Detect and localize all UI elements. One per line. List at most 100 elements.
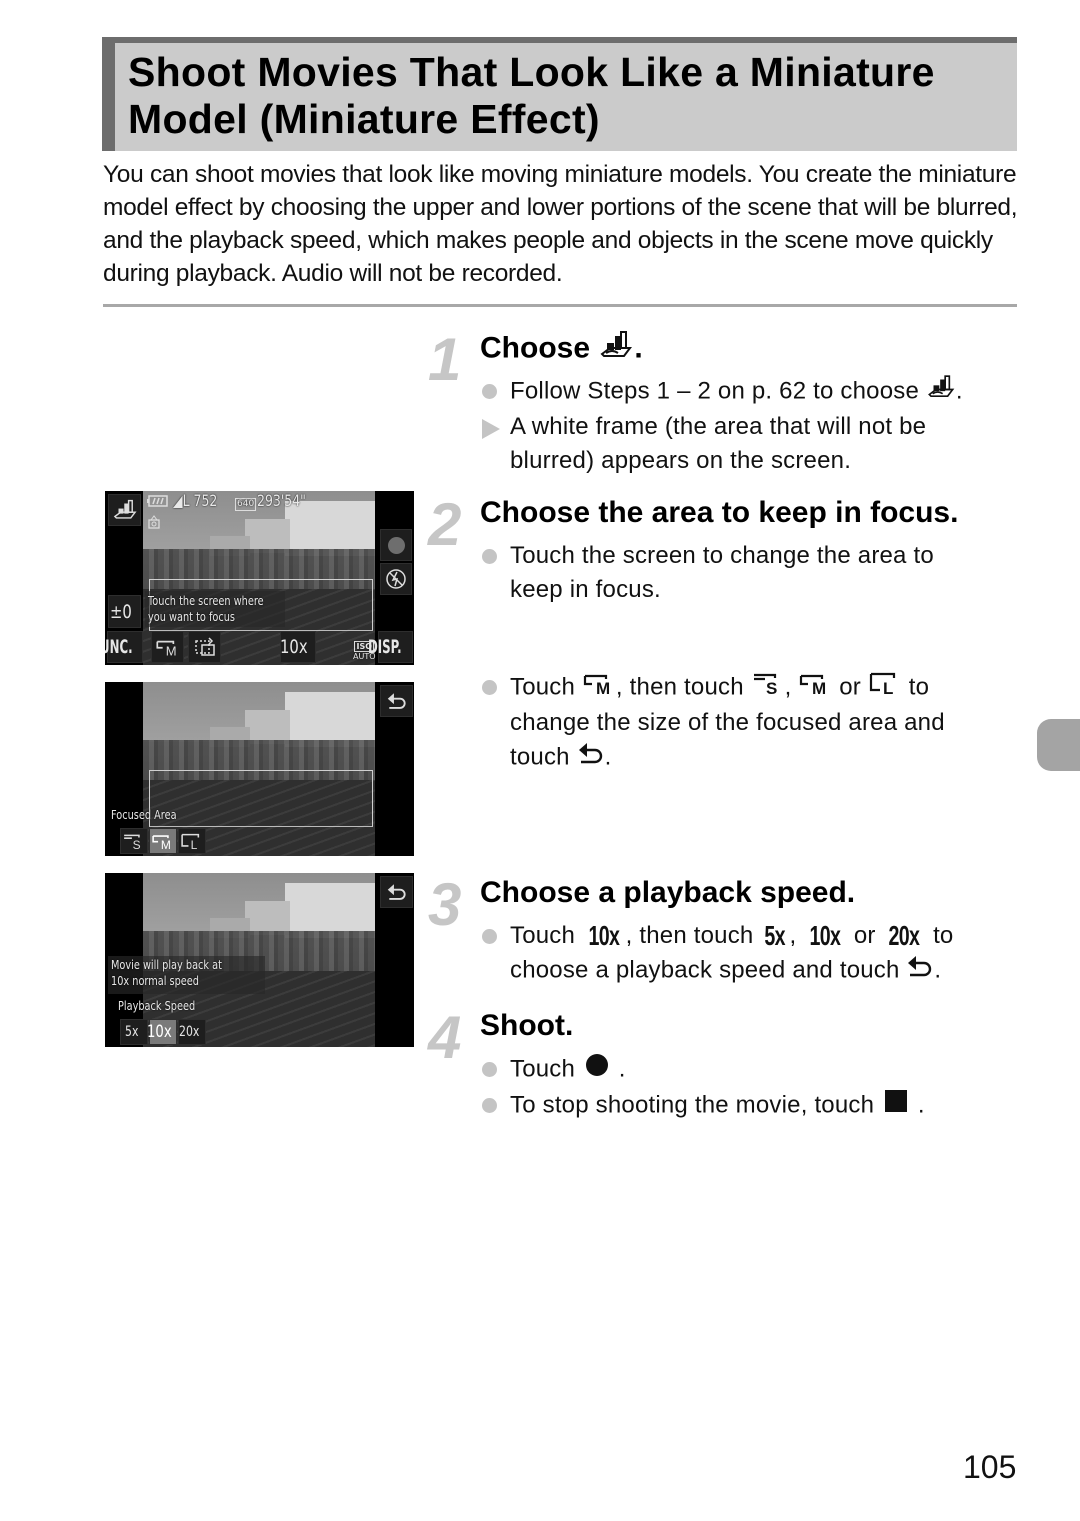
step-3-bullets: Touch 10x, then touch 5x, 10x or 20x to …: [480, 919, 953, 989]
step-1-bullets: Follow Steps 1 – 2 on p. 62 to choose . …: [480, 374, 963, 478]
scene-building: [245, 519, 290, 553]
bullet-text: A white frame (the area that will not be: [510, 413, 927, 440]
speed-5x-button[interactable]: 5x: [120, 1019, 148, 1045]
speed-20x-button[interactable]: 20x: [178, 1019, 206, 1045]
focused-area-text: Focused Area: [111, 807, 177, 822]
movie-quality-icon: 640: [235, 498, 257, 511]
step-number: 4: [428, 1004, 462, 1071]
scene-building: [245, 710, 290, 744]
focus-size-button[interactable]: M: [151, 631, 184, 663]
bullet-text: , then touch: [615, 673, 744, 701]
step-title-text: Choose: [480, 331, 591, 365]
flash-off-button[interactable]: [380, 563, 412, 595]
step-title: Shoot.: [480, 1009, 574, 1042]
bullet-item: A white frame (the area that will not be…: [480, 410, 963, 478]
bullet-text: Touch the screen to change the area to: [510, 542, 934, 569]
page-number: 105: [963, 1449, 1017, 1485]
scene-building: [245, 901, 290, 935]
flash-off-icon: [386, 569, 406, 589]
func-button[interactable]: FUNC.: [105, 631, 143, 663]
bullet-dot-icon: [482, 384, 497, 399]
speed-option: 10x: [147, 1022, 172, 1042]
speed-5x-icon: 5x: [764, 920, 786, 951]
bullet-text: ,: [789, 922, 797, 949]
bullet-text: choose a playback speed and touch: [510, 956, 900, 984]
bullet-text: touch: [510, 743, 570, 771]
record-icon: [387, 536, 405, 554]
return-icon: [387, 693, 406, 709]
bullet-item: Follow Steps 1 – 2 on p. 62 to choose .: [480, 374, 963, 410]
return-button[interactable]: [380, 685, 413, 717]
reposition-button[interactable]: [188, 631, 221, 663]
playback-speed-text: Playback Speed: [118, 998, 196, 1013]
intro-paragraph: You can shoot movies that look like movi…: [103, 161, 1018, 287]
focused-area-label: Focused Area: [111, 807, 195, 823]
bullet-text: Touch: [510, 673, 576, 701]
playback-message: Movie will play back at 10x normal speed: [111, 957, 253, 989]
focus-area-small-icon: S: [124, 834, 141, 851]
page-title: Shoot Movies That Look Like a Miniature …: [128, 49, 935, 143]
func-label: FUNC.: [105, 636, 133, 658]
step-number: 1: [428, 326, 462, 393]
shots-remaining: 752: [193, 491, 218, 510]
miniature-effect-icon: [926, 374, 956, 410]
svg-text:L: L: [883, 679, 894, 696]
svg-text:M: M: [165, 643, 176, 658]
camera-screen-playback-speed: Movie will play back at 10x normal speed…: [105, 873, 414, 1047]
bullet-text: ,: [784, 673, 792, 701]
svg-text:M: M: [812, 679, 826, 696]
focus-area-medium-icon: M: [798, 670, 832, 706]
focus-size-large-button[interactable]: L: [178, 828, 206, 854]
disp-label: DISP.: [368, 636, 403, 658]
step-number: 3: [428, 871, 462, 938]
speed-10x-icon: 10x: [588, 920, 620, 951]
return-button[interactable]: [380, 876, 413, 908]
title-line-1: Shoot Movies That Look Like a Miniature: [128, 49, 935, 95]
step-title: Choose the area to keep in focus.: [480, 496, 959, 529]
disp-button[interactable]: DISP.: [368, 631, 413, 663]
speed-10x-icon: 10x: [809, 920, 841, 951]
message-line-2: 10x normal speed: [111, 973, 199, 988]
reposition-icon: [194, 637, 215, 656]
bullet-text: to: [908, 673, 930, 701]
bullet-text: .: [618, 1055, 626, 1083]
bullet-dot-icon: [482, 1062, 497, 1077]
focus-size-medium-button[interactable]: M: [149, 828, 177, 854]
bullet-text: Follow Steps 1 – 2 on p. 62 to choose: [510, 377, 919, 405]
speed-option: 20x: [178, 1024, 200, 1040]
bullet-text: .: [934, 956, 942, 984]
step-4-bullets: Touch . To stop shooting the movie, touc…: [480, 1052, 925, 1124]
exposure-button[interactable]: ±0: [108, 595, 141, 628]
miniature-effect-icon: [598, 330, 634, 369]
title-line-2: Model (Miniature Effect): [128, 96, 600, 142]
playback-speed-button[interactable]: 10x: [280, 631, 316, 663]
record-icon: [582, 1052, 612, 1088]
miniature-mode-button[interactable]: [108, 494, 141, 526]
focus-area-large-icon: L: [868, 670, 902, 706]
bullet-dot-icon: [482, 929, 497, 944]
time-remaining: 293'54": [257, 493, 320, 509]
focus-area-small-icon: S: [751, 670, 785, 706]
exposure-value: ±0: [110, 600, 133, 623]
speed-10x-button[interactable]: 10x: [147, 1019, 177, 1045]
camera-screen-focus: ◢L 752 640 293'54" ±0 Touch the screen w…: [105, 491, 414, 665]
step-title: Choose a playback speed.: [480, 876, 856, 909]
focus-hint: Touch the screen where you want to focus: [148, 593, 296, 625]
bullet-text: .: [604, 743, 612, 771]
quality-value: L: [182, 491, 190, 510]
bullet-text: or: [853, 922, 876, 949]
bullet-dot-icon: [482, 680, 497, 695]
playback-speed-label: Playback Speed: [118, 998, 217, 1014]
chapter-thumb-tab: [1037, 719, 1080, 771]
focus-size-small-button[interactable]: S: [120, 828, 148, 854]
bullet-text: change the size of the focused area and: [510, 709, 945, 736]
bullet-item: Touch M , then touch S, M or L to change …: [480, 670, 945, 776]
hint-line-1: Touch the screen where: [148, 593, 264, 608]
step-title-period: .: [634, 331, 643, 365]
speed-label: 10x: [280, 636, 308, 658]
section-divider: [103, 304, 1017, 307]
message-line-1: Movie will play back at: [111, 957, 222, 972]
bullet-text: .: [917, 1091, 925, 1119]
record-button[interactable]: [380, 529, 412, 561]
svg-text:M: M: [161, 838, 171, 851]
